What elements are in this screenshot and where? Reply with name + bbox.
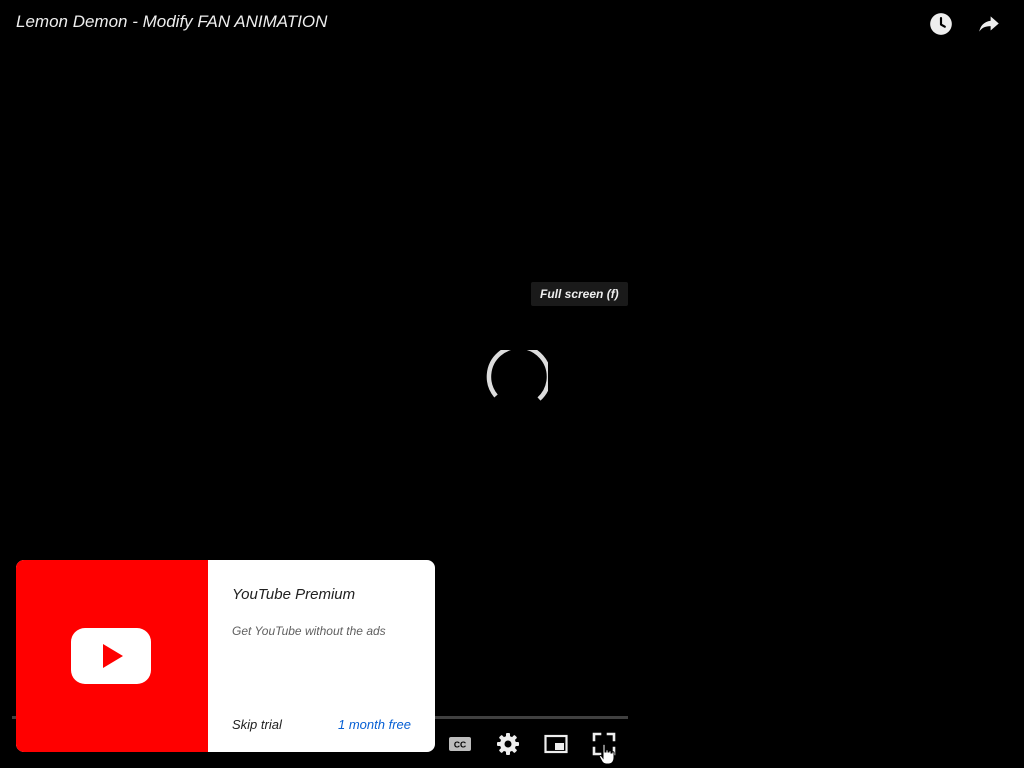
promo-body: YouTube Premium Get YouTube without the … xyxy=(208,560,435,752)
skip-trial-button[interactable]: Skip trial xyxy=(232,717,282,732)
watch-later-button[interactable] xyxy=(928,11,954,37)
closed-captions-icon: CC xyxy=(447,731,473,757)
miniplayer-button[interactable] xyxy=(543,731,569,757)
promo-title: YouTube Premium xyxy=(232,586,356,603)
clock-icon xyxy=(928,11,954,37)
share-button[interactable] xyxy=(976,11,1002,37)
premium-promo-card[interactable]: YouTube Premium Get YouTube without the … xyxy=(16,560,435,752)
share-arrow-icon xyxy=(976,11,1002,37)
free-month-button[interactable]: 1 month free xyxy=(338,717,411,732)
video-player[interactable]: Lemon Demon - Modify FAN ANIMATION Full … xyxy=(0,0,1024,768)
loading-spinner xyxy=(478,350,548,420)
settings-button[interactable] xyxy=(495,731,521,757)
youtube-logo-icon xyxy=(71,628,151,684)
promo-subtitle: Get YouTube without the ads xyxy=(232,624,386,638)
promo-logo-panel xyxy=(16,560,208,752)
svg-text:CC: CC xyxy=(454,740,466,750)
hand-cursor-icon xyxy=(598,743,616,765)
miniplayer-icon xyxy=(543,731,569,757)
fullscreen-tooltip: Full screen (f) xyxy=(531,282,628,306)
subtitles-button[interactable]: CC xyxy=(447,731,473,757)
video-title[interactable]: Lemon Demon - Modify FAN ANIMATION xyxy=(16,12,327,32)
gear-icon xyxy=(495,731,521,757)
